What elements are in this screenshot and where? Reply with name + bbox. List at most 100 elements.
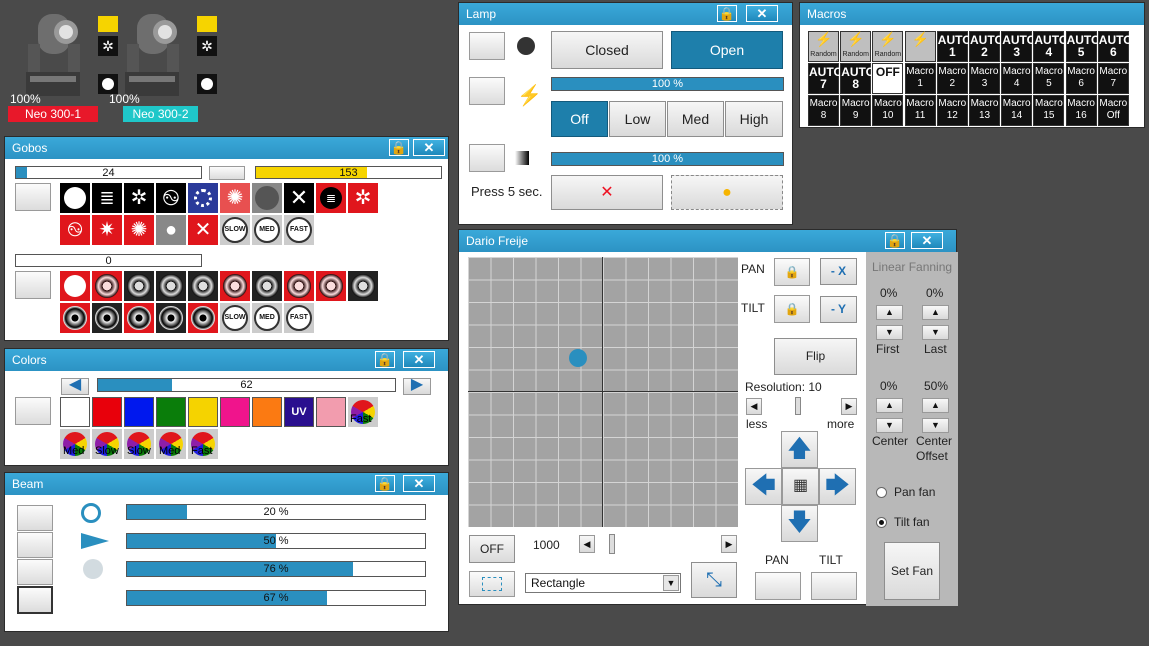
- macro-button[interactable]: Macro 14: [1001, 95, 1033, 126]
- macro-button[interactable]: AUTO 3: [1001, 31, 1036, 62]
- strobe-off-button[interactable]: Off: [551, 101, 608, 137]
- macro-button[interactable]: Macro 4: [1001, 63, 1033, 94]
- macro-button[interactable]: ⚡ Random: [808, 31, 839, 62]
- pantilt-grid[interactable]: [468, 257, 738, 527]
- beam-level-bar[interactable]: 50 %: [126, 532, 426, 549]
- gobo-wheel1-slot[interactable]: [60, 183, 90, 213]
- color-swatch[interactable]: [316, 397, 346, 427]
- neg-y-button[interactable]: - Y: [820, 296, 857, 323]
- speed-less-arrow-icon[interactable]: ◀: [579, 535, 595, 553]
- macro-button[interactable]: AUTO 5: [1065, 31, 1100, 62]
- gobo-wheel2-slot[interactable]: [60, 303, 90, 333]
- gobo-wheel1-slot[interactable]: ✺: [220, 183, 250, 213]
- gobo-wheel2-slot[interactable]: [92, 303, 122, 333]
- gobo-wheel1-slot[interactable]: ✲: [124, 183, 154, 213]
- beam-btn-1[interactable]: [17, 505, 53, 531]
- macro-button[interactable]: Macro 1: [904, 63, 936, 94]
- gobo-wheel2-slot[interactable]: [124, 271, 154, 301]
- gobo-wheel2-slot[interactable]: [188, 271, 218, 301]
- lock-icon[interactable]: 🔒: [375, 475, 395, 492]
- first-down-arrow-icon[interactable]: ▼: [876, 325, 903, 340]
- macro-button[interactable]: Macro 12: [936, 95, 968, 126]
- strobe-high-button[interactable]: High: [725, 101, 783, 137]
- macro-button[interactable]: Macro 9: [840, 95, 872, 126]
- close-button[interactable]: ✕: [403, 351, 435, 368]
- flip-button[interactable]: Flip: [774, 338, 857, 375]
- macro-button[interactable]: Macro 16: [1065, 95, 1097, 126]
- pan-fan-radio[interactable]: [876, 487, 887, 498]
- color-rotate-button[interactable]: Slow: [92, 429, 122, 459]
- resolution-less-arrow-icon[interactable]: ◀: [746, 398, 762, 415]
- gobo-wheel1-slot[interactable]: ≣: [316, 183, 346, 213]
- color-swatch[interactable]: [188, 397, 218, 427]
- color-rotate-button[interactable]: Med: [156, 429, 186, 459]
- shutter-open-button[interactable]: Open: [671, 31, 783, 69]
- lock-icon[interactable]: 🔒: [389, 139, 409, 156]
- fixture-1[interactable]: ✲ 100% Neo 300-1: [8, 12, 118, 124]
- center-icon[interactable]: ▦: [782, 468, 819, 505]
- right-arrow-icon[interactable]: 🡆: [819, 468, 856, 505]
- shape-direction-button[interactable]: ⤡: [691, 562, 737, 598]
- close-button[interactable]: ✕: [403, 475, 435, 492]
- last-up-arrow-icon[interactable]: ▲: [922, 305, 949, 320]
- tilt-fan-field[interactable]: [811, 572, 857, 600]
- gobo-wheel1-slot[interactable]: ✷: [92, 215, 122, 245]
- center-up-arrow-icon[interactable]: ▲: [876, 398, 903, 413]
- gobo-wheel1-slot[interactable]: ●: [156, 215, 186, 245]
- speed-thumb[interactable]: [609, 534, 615, 554]
- left-arrow-icon[interactable]: 🡄: [745, 468, 782, 505]
- color-swatch[interactable]: UV: [284, 397, 314, 427]
- gobo-rotate-fast-button[interactable]: FAST: [284, 215, 314, 245]
- shutter-closed-button[interactable]: Closed: [551, 31, 663, 69]
- macro-button[interactable]: Macro 5: [1033, 63, 1065, 94]
- beam-level-bar[interactable]: 67 %: [126, 589, 426, 606]
- pan-fan-field[interactable]: [755, 572, 801, 600]
- color-prev-arrow-icon[interactable]: ◀: [61, 377, 89, 395]
- color-fast-button[interactable]: Fast: [348, 397, 378, 427]
- gobo-rotation-slider[interactable]: 153: [255, 166, 442, 179]
- gobo2-rotate-fast-button[interactable]: FAST: [284, 303, 314, 333]
- gobo-wheel2-slider[interactable]: 0: [15, 254, 202, 267]
- close-button[interactable]: ✕: [911, 232, 943, 249]
- close-button[interactable]: ✕: [413, 139, 445, 156]
- resolution-more-arrow-icon[interactable]: ▶: [841, 398, 857, 415]
- macro-button[interactable]: Macro 3: [969, 63, 1000, 94]
- macro-button[interactable]: ⚡: [904, 31, 936, 62]
- up-arrow-icon[interactable]: 🡅: [781, 431, 818, 468]
- macro-button[interactable]: Macro 13: [969, 95, 1000, 126]
- color-open-button[interactable]: [15, 397, 51, 425]
- macro-button[interactable]: OFF: [872, 63, 904, 94]
- color-rotate-button[interactable]: Fast: [188, 429, 218, 459]
- beam-btn-4[interactable]: [17, 586, 53, 614]
- shape-button[interactable]: [469, 571, 515, 597]
- macro-button[interactable]: AUTO 2: [969, 31, 1004, 62]
- macro-button[interactable]: ⚡ Random: [872, 31, 904, 62]
- gobo-wheel2-slot[interactable]: [188, 303, 218, 333]
- position-dot[interactable]: [569, 349, 587, 367]
- dim-button[interactable]: [469, 144, 505, 172]
- shape-select[interactable]: Rectangle ▼: [525, 573, 681, 593]
- gobo-wheel2-slot[interactable]: [92, 271, 122, 301]
- strobe-low-button[interactable]: Low: [609, 101, 666, 137]
- lock-icon[interactable]: 🔒: [375, 351, 395, 368]
- first-up-arrow-icon[interactable]: ▲: [876, 305, 903, 320]
- color-swatch[interactable]: [220, 397, 250, 427]
- gobo-wheel2-slot[interactable]: [316, 271, 346, 301]
- beam-level-bar[interactable]: 76 %: [126, 561, 426, 577]
- offset-up-arrow-icon[interactable]: ▲: [922, 398, 949, 413]
- gobo-wheel2-slot[interactable]: [284, 271, 314, 301]
- down-arrow-icon[interactable]: 🡇: [781, 505, 818, 542]
- color-swatch[interactable]: [156, 397, 186, 427]
- color-swatch[interactable]: [124, 397, 154, 427]
- gobo-wheel2-open-button[interactable]: [15, 271, 51, 299]
- gobo-wheel1-slot[interactable]: ✲: [348, 183, 378, 213]
- tilt-lock-button[interactable]: 🔒: [774, 295, 810, 323]
- gobo-wheel2-slot[interactable]: [220, 271, 250, 301]
- shutter-button[interactable]: [469, 32, 505, 60]
- lock-icon[interactable]: 🔒: [885, 232, 905, 249]
- gobo-wheel2-slot[interactable]: [156, 271, 186, 301]
- color-wheel-slider[interactable]: 62: [97, 378, 396, 392]
- color-swatch[interactable]: [60, 397, 90, 427]
- gobo2-rotate-med-button[interactable]: MED: [252, 303, 282, 333]
- gobo-wheel1-slot[interactable]: ✕: [188, 215, 218, 245]
